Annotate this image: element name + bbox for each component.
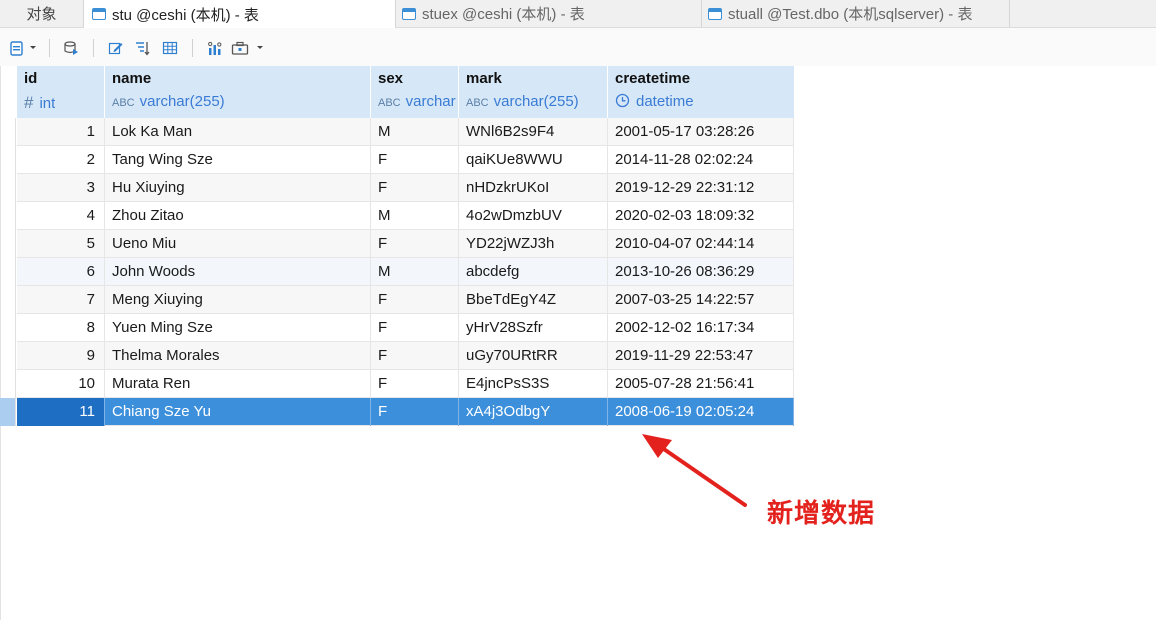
annotation-arrow: [642, 434, 747, 507]
annotation-label: 新增数据: [767, 498, 876, 528]
